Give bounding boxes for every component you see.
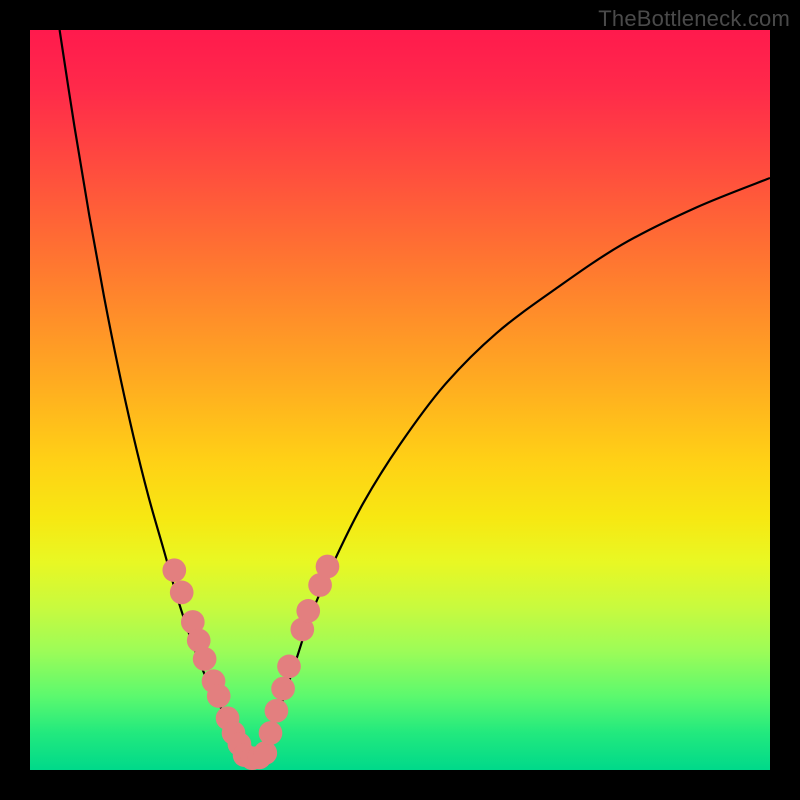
data-marker	[316, 555, 340, 579]
data-marker	[193, 647, 217, 671]
data-marker	[277, 655, 301, 679]
data-marker	[296, 599, 320, 623]
data-marker	[265, 699, 289, 723]
data-marker	[207, 684, 231, 708]
data-marker	[271, 677, 295, 701]
data-marker	[253, 741, 277, 765]
curve-left-arm	[60, 30, 249, 759]
watermark-text: TheBottleneck.com	[598, 6, 790, 32]
curve-right-arm	[256, 178, 770, 759]
chart-overlay	[30, 30, 770, 770]
chart-frame: TheBottleneck.com	[0, 0, 800, 800]
data-marker	[170, 581, 194, 605]
plot-area	[30, 30, 770, 770]
curve-markers	[162, 555, 339, 770]
data-marker	[259, 721, 283, 745]
data-marker	[162, 558, 186, 582]
